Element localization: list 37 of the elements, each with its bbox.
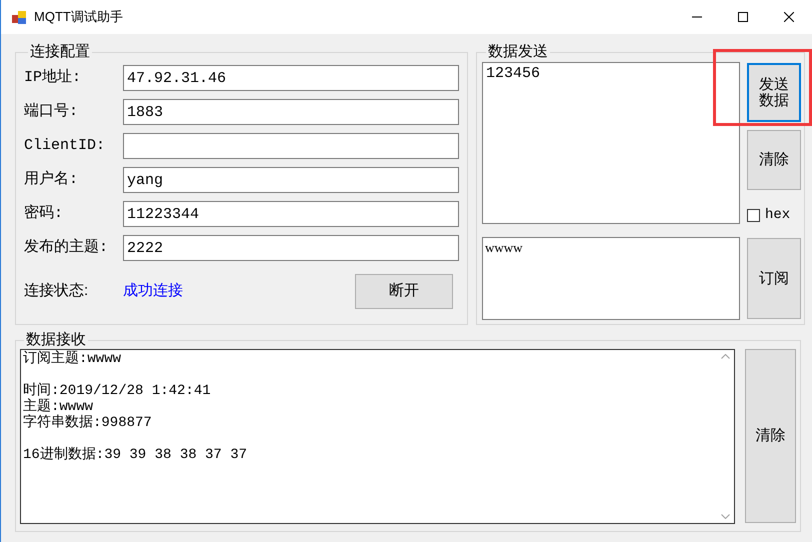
field-label: IP地址: <box>24 68 82 88</box>
text-line: 订阅主题:wwww <box>23 351 122 367</box>
group-title: 数据发送 <box>487 43 549 61</box>
checkbox-label: hex <box>765 206 790 225</box>
input-field[interactable]: yang <box>123 167 459 193</box>
disconnect-button[interactable]: 断开 <box>355 274 453 309</box>
text-line: 16进制数据:39 39 38 38 37 37 <box>23 447 248 463</box>
text-line: 时间:2019/12/28 1:42:41 <box>23 383 212 399</box>
field-label: ClientID: <box>24 136 106 156</box>
field-label: 端口号: <box>24 102 80 122</box>
field-label: 发布的主题: <box>24 237 110 258</box>
field-label: 用户名: <box>24 170 80 190</box>
clear-button[interactable]: 清除 <box>745 349 796 523</box>
maximize-icon <box>738 12 748 22</box>
checkbox[interactable] <box>747 209 760 222</box>
message-input[interactable]: 123456 <box>482 62 740 224</box>
status-value: 成功连接 <box>123 281 183 302</box>
send-button[interactable]: 发送数据 <box>747 63 801 122</box>
clear-button[interactable]: 清除 <box>747 130 801 190</box>
input-field[interactable] <box>123 133 459 159</box>
topic-input[interactable]: wwww <box>482 237 740 320</box>
field-label: 密码: <box>24 203 64 224</box>
subscribe-button[interactable]: 订阅 <box>747 238 801 319</box>
status-label: 连接状态: <box>24 281 90 302</box>
input-field[interactable]: 11223344 <box>123 201 459 227</box>
input-field[interactable]: 47.92.31.46 <box>123 65 459 91</box>
input-field[interactable]: 1883 <box>123 99 459 125</box>
app-icon <box>12 10 26 24</box>
group-title: 数据接收 <box>25 331 87 349</box>
input-field[interactable]: 2222 <box>123 235 459 261</box>
window-title: MQTT调试助手 <box>34 8 123 26</box>
group-title: 连接配置 <box>29 43 91 61</box>
text-line: 字符串数据:998877 <box>23 415 153 431</box>
scroll-down-icon[interactable] <box>721 514 730 519</box>
scroll-up-icon[interactable] <box>721 354 730 359</box>
text-line: 主题:wwww <box>23 399 94 415</box>
close-icon <box>784 12 794 22</box>
